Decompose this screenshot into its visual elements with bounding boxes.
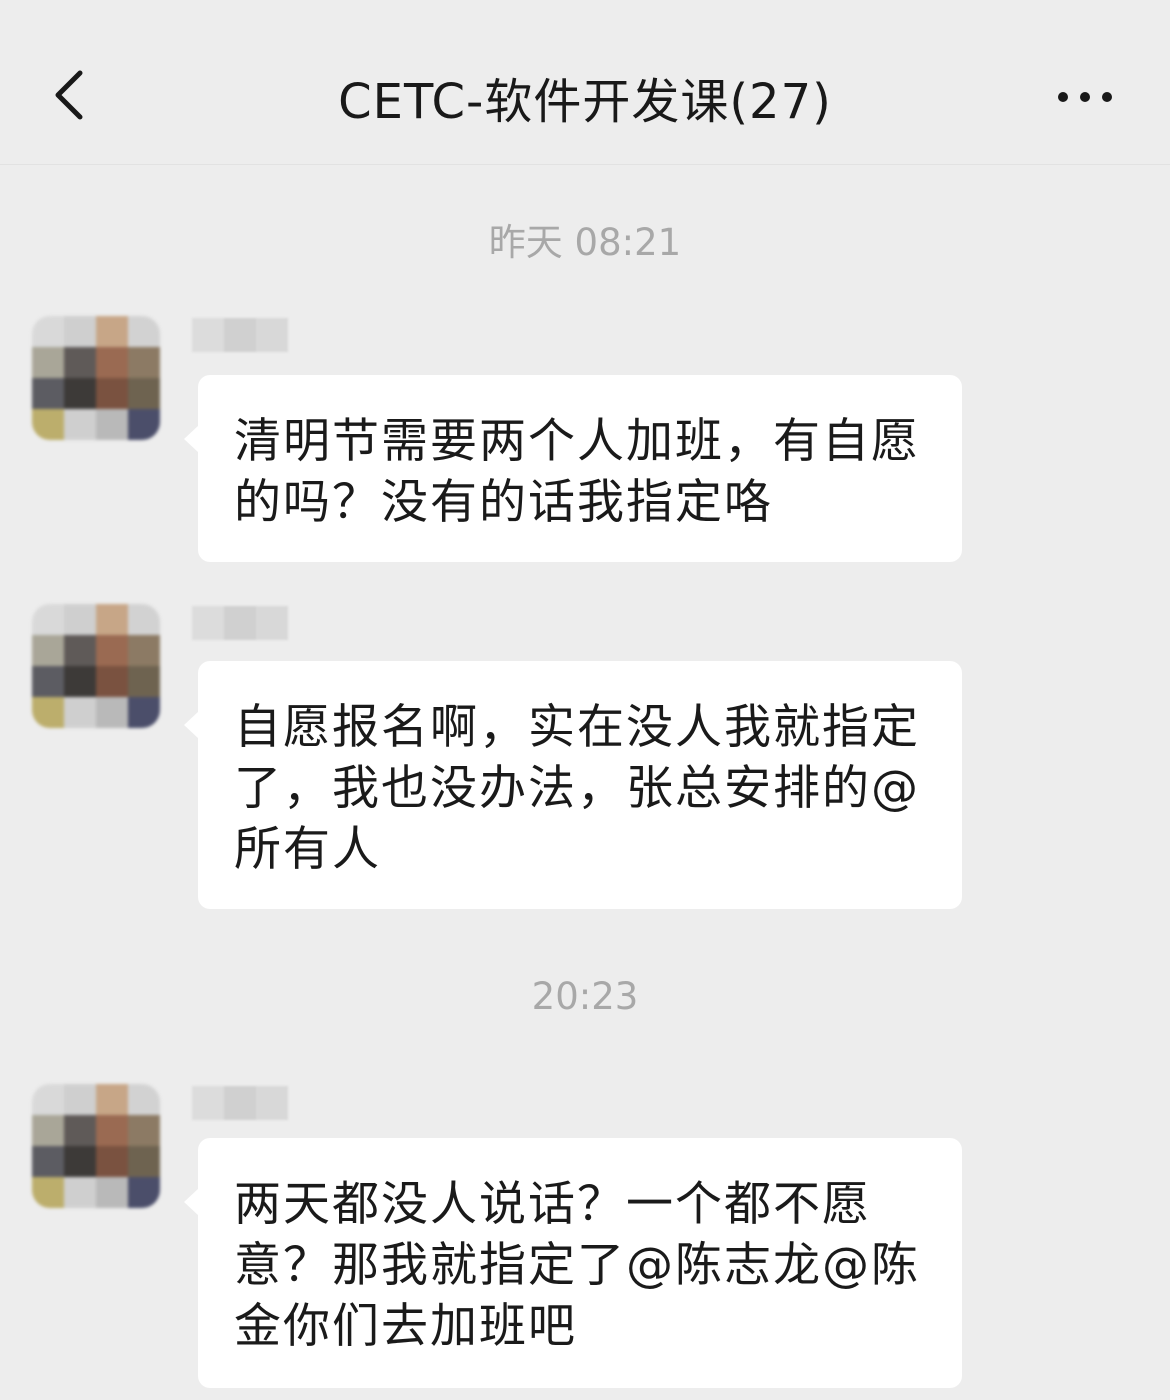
message-bubble[interactable]: 两天都没人说话？一个都不愿意？那我就指定了@陈志龙@陈金你们去加班吧 [184,1138,962,1388]
message-bubble[interactable]: 自愿报名啊，实在没人我就指定了，我也没办法，张总安排的@所有人 [184,661,962,909]
chat-title: CETC-软件开发课(27) [338,74,832,130]
message-text: 清明节需要两个人加班，有自愿的吗？没有的话我指定咯 [234,414,920,530]
avatar[interactable] [32,604,160,728]
timestamp: 20:23 [531,975,639,1018]
message-text: 两天都没人说话？一个都不愿意？那我就指定了@陈志龙@陈金你们去加班吧 [234,1177,920,1354]
sender-name-redacted [192,318,288,352]
sender-name-redacted [192,1086,288,1120]
more-horizontal-icon [1058,92,1068,102]
more-button[interactable] [1040,62,1130,132]
timestamp: 昨天 08:21 [488,221,682,264]
sender-name-redacted [192,606,288,640]
message-text: 自愿报名啊，实在没人我就指定了，我也没办法，张总安排的@所有人 [234,700,920,877]
chat-header: CETC-软件开发课(27) [0,0,1170,165]
avatar[interactable] [32,1084,160,1208]
avatar[interactable] [32,316,160,440]
message-bubble[interactable]: 清明节需要两个人加班，有自愿的吗？没有的话我指定咯 [184,375,962,562]
